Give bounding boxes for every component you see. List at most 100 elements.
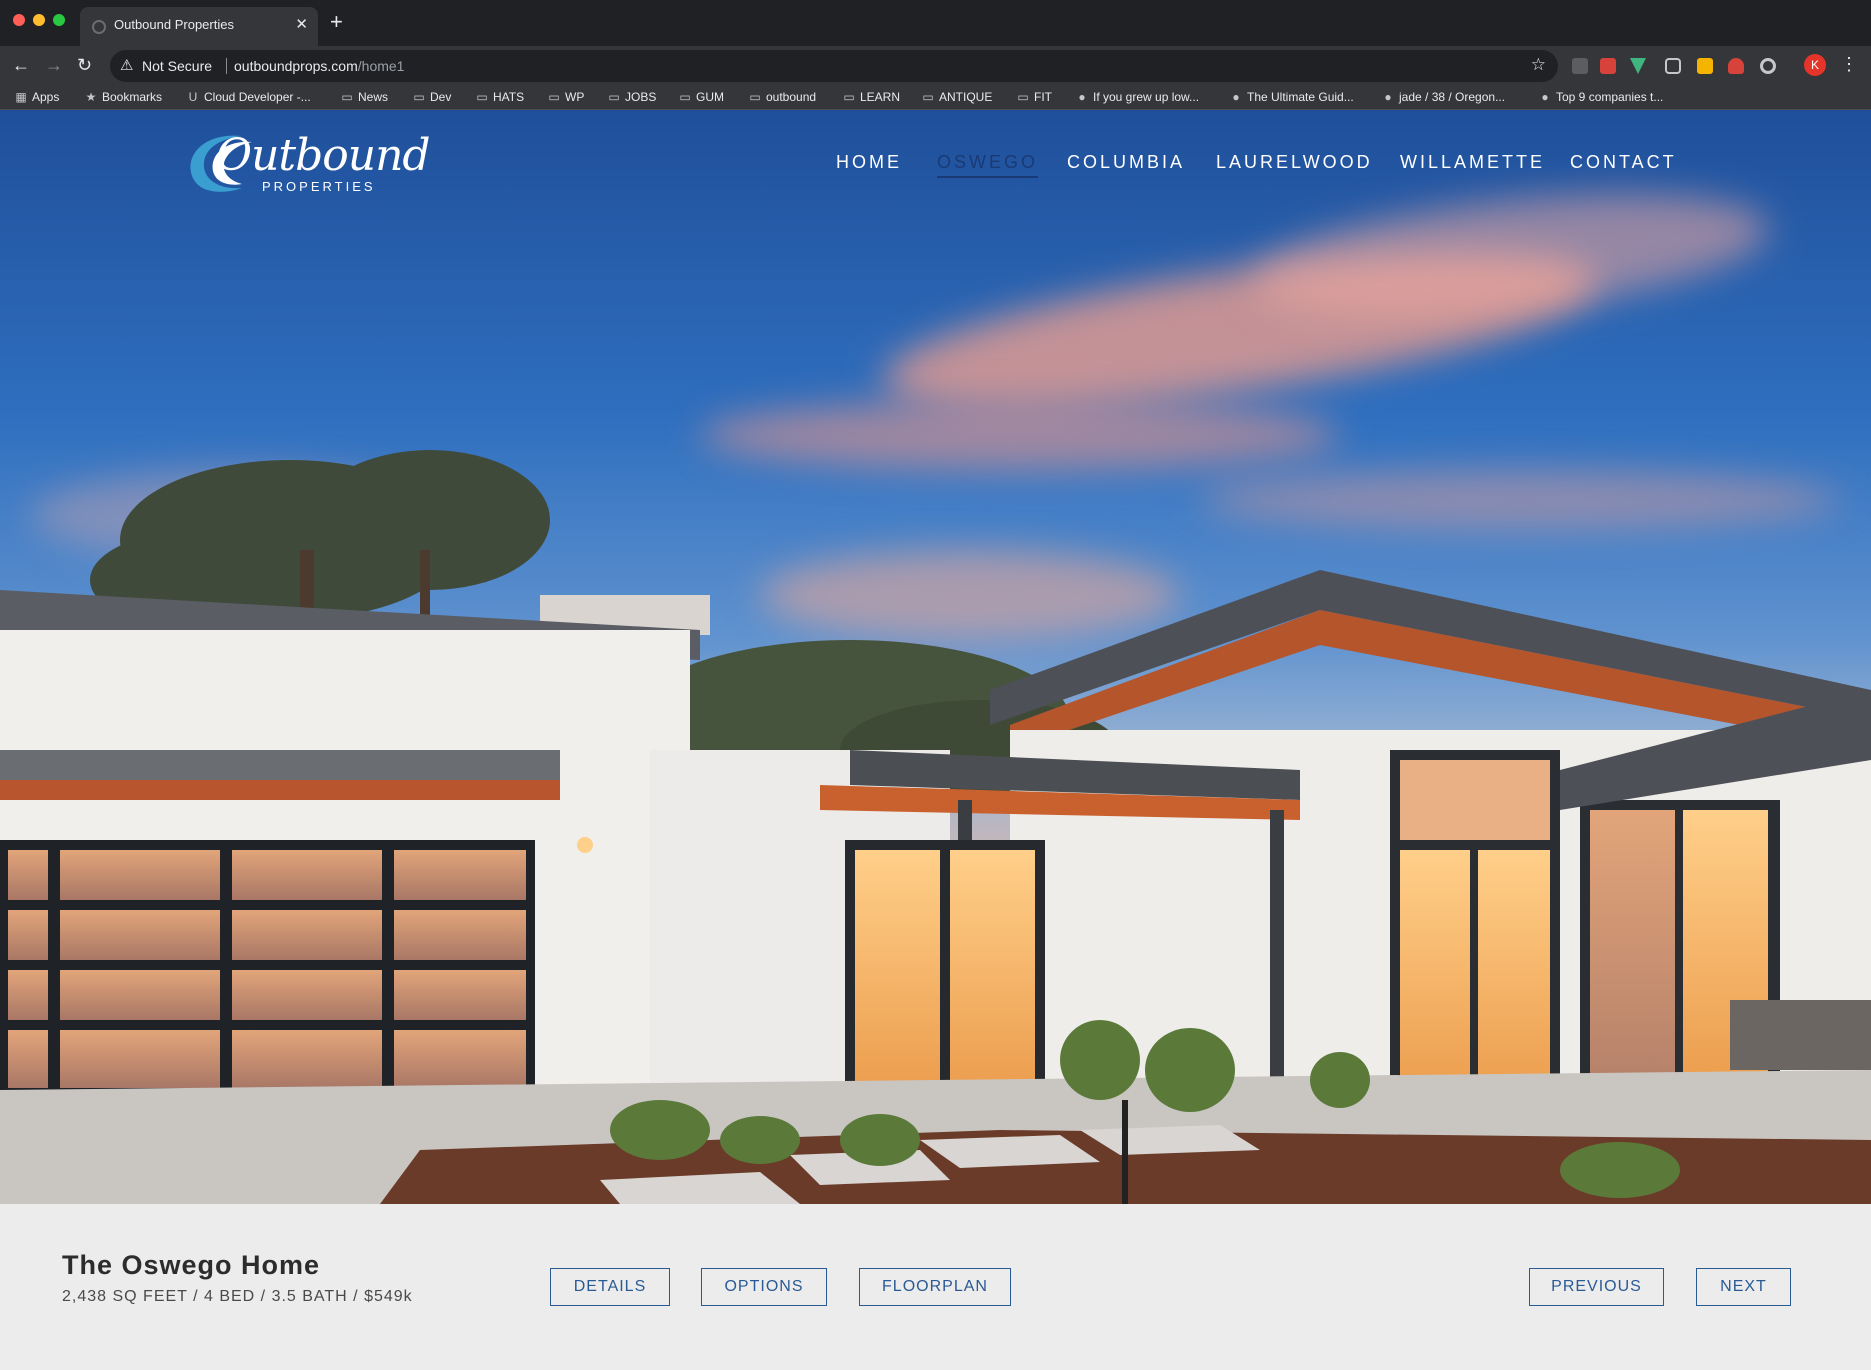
next-button[interactable]: NEXT <box>1696 1268 1791 1306</box>
folder-icon: ▭ <box>608 90 620 104</box>
floorplan-button[interactable]: FLOORPLAN <box>859 1268 1011 1306</box>
site-icon: ● <box>1232 90 1240 104</box>
tab-close-icon[interactable]: ✕ <box>295 15 308 33</box>
warning-icon[interactable]: ⚠ <box>120 56 133 74</box>
bookmark-label: Bookmarks <box>102 90 163 104</box>
house-illustration <box>0 450 1871 1204</box>
bookmark-item[interactable]: ▭ GUM <box>678 90 724 104</box>
extension-circle-icon[interactable] <box>1760 58 1776 74</box>
bookmark-item[interactable]: ▭ Dev <box>412 90 451 104</box>
folder-icon: ▭ <box>341 90 353 104</box>
cloud-dev-icon: U <box>188 90 198 104</box>
address-separator <box>226 58 227 74</box>
url-text[interactable]: outboundprops.com/home1 <box>234 58 404 74</box>
browser-tab-bar: Outbound Properties ✕ + <box>0 0 1871 46</box>
bookmark-item[interactable]: ● Top 9 companies t... <box>1538 90 1663 104</box>
folder-icon: ▭ <box>413 90 425 104</box>
minimize-window-icon[interactable] <box>33 14 45 26</box>
browser-toolbar: ← → ↻ ⚠ Not Secure outboundprops.com/hom… <box>0 46 1871 86</box>
new-tab-button[interactable]: + <box>330 9 343 35</box>
folder-icon: ▭ <box>1017 90 1029 104</box>
browser-menu-icon[interactable]: ⋮ <box>1840 54 1858 75</box>
bookmark-item[interactable]: ▭ News <box>340 90 388 104</box>
apps-grid-icon: ▦ <box>15 90 27 104</box>
close-window-icon[interactable] <box>13 14 25 26</box>
forward-arrow-icon[interactable]: → <box>45 55 63 76</box>
extension-tool-icon[interactable] <box>1728 58 1744 74</box>
site-icon: ● <box>1078 90 1086 104</box>
bookmark-label: HATS <box>493 90 525 104</box>
nav-oswego[interactable]: OSWEGO <box>937 152 1039 178</box>
bookmark-item[interactable]: ▭ WP <box>547 90 584 104</box>
extension-calendar-icon[interactable] <box>1600 58 1616 74</box>
nav-willamette[interactable]: WILLAMETTE <box>1400 152 1545 173</box>
bookmark-item[interactable]: ▭ FIT <box>1016 90 1052 104</box>
bookmark-item[interactable]: ▭ outbound <box>748 90 816 104</box>
listing-title: The Oswego Home <box>62 1250 321 1280</box>
reload-icon[interactable]: ↻ <box>77 55 92 76</box>
bookmark-item[interactable]: ▭ ANTIQUE <box>921 90 992 104</box>
previous-button[interactable]: PREVIOUS <box>1529 1268 1664 1306</box>
options-button[interactable]: OPTIONS <box>701 1268 827 1306</box>
site-icon: ● <box>1384 90 1392 104</box>
bookmark-label: Dev <box>430 90 452 104</box>
browser-tab[interactable]: Outbound Properties ✕ <box>80 7 318 46</box>
bookmark-label: jade / 38 / Oregon... <box>1399 90 1506 104</box>
bookmark-item[interactable]: U Cloud Developer -... <box>186 90 311 104</box>
star-icon: ★ <box>85 90 97 104</box>
bookmark-item[interactable]: ● The Ultimate Guid... <box>1229 90 1354 104</box>
folder-icon: ▭ <box>749 90 761 104</box>
site-icon: ● <box>1541 90 1549 104</box>
bookmark-label: Top 9 companies t... <box>1556 90 1664 104</box>
nav-home[interactable]: HOME <box>836 152 902 173</box>
tab-favicon-icon <box>92 20 106 34</box>
url-path: /home1 <box>357 58 405 74</box>
listing-summary: 2,438 SQ FEET / 4 BED / 3.5 BATH / $549k <box>62 1288 413 1305</box>
main-navigation: HOME OSWEGO COLUMBIA LAURELWOOD WILLAMET… <box>0 152 1871 182</box>
hero-photo: Outbound PROPERTIES HOME OSWEGO COLUMBIA… <box>0 110 1871 1204</box>
bookmark-item[interactable]: ▭ LEARN <box>842 90 900 104</box>
bookmark-label: WP <box>565 90 585 104</box>
web-page: Outbound PROPERTIES HOME OSWEGO COLUMBIA… <box>0 110 1871 1370</box>
bookmarks-bar: ▦ Apps ★ Bookmarks U Cloud Developer -... ▭ New… <box>0 86 1871 110</box>
bookmark-label: If you grew up low... <box>1093 90 1200 104</box>
nav-laurelwood[interactable]: LAURELWOOD <box>1216 152 1373 173</box>
tab-title: Outbound Properties <box>114 17 234 32</box>
folder-icon: ▭ <box>548 90 560 104</box>
bookmark-item[interactable]: ▦ Apps <box>14 90 59 104</box>
security-label[interactable]: Not Secure <box>142 58 212 74</box>
bookmark-item[interactable]: ★ Bookmarks <box>84 90 162 104</box>
bookmark-label: The Ultimate Guid... <box>1247 90 1354 104</box>
bookmark-label: Apps <box>32 90 60 104</box>
bookmark-star-icon[interactable]: ☆ <box>1531 55 1546 75</box>
folder-icon: ▭ <box>843 90 855 104</box>
bookmark-label: LEARN <box>860 90 901 104</box>
bookmark-item[interactable]: ● If you grew up low... <box>1075 90 1199 104</box>
extension-pen-icon[interactable] <box>1572 58 1588 74</box>
nav-contact[interactable]: CONTACT <box>1570 152 1677 173</box>
bookmark-label: FIT <box>1034 90 1052 104</box>
bookmark-label: GUM <box>696 90 724 104</box>
bookmark-item[interactable]: ● jade / 38 / Oregon... <box>1381 90 1505 104</box>
url-host: outboundprops.com <box>234 58 358 74</box>
extension-pocket-icon[interactable] <box>1665 58 1681 74</box>
profile-avatar[interactable]: K <box>1804 54 1826 76</box>
bookmark-label: JOBS <box>625 90 657 104</box>
back-arrow-icon[interactable]: ← <box>12 55 30 76</box>
nav-columbia[interactable]: COLUMBIA <box>1067 152 1185 173</box>
bookmark-label: News <box>358 90 389 104</box>
maximize-window-icon[interactable] <box>53 14 65 26</box>
folder-icon: ▭ <box>679 90 691 104</box>
folder-icon: ▭ <box>476 90 488 104</box>
extension-vue-icon[interactable] <box>1630 58 1646 74</box>
bookmark-label: Cloud Developer -... <box>204 90 311 104</box>
folder-icon: ▭ <box>922 90 934 104</box>
bookmark-item[interactable]: ▭ HATS <box>475 90 524 104</box>
bookmark-label: outbound <box>766 90 817 104</box>
listing-info-bar: The Oswego Home 2,438 SQ FEET / 4 BED / … <box>0 1204 1871 1370</box>
address-bar[interactable]: ⚠ Not Secure outboundprops.com/home1 ☆ <box>110 50 1558 82</box>
details-button[interactable]: DETAILS <box>550 1268 670 1306</box>
bookmark-item[interactable]: ▭ JOBS <box>607 90 656 104</box>
extension-chart-icon[interactable] <box>1697 58 1713 74</box>
bookmark-label: ANTIQUE <box>939 90 993 104</box>
